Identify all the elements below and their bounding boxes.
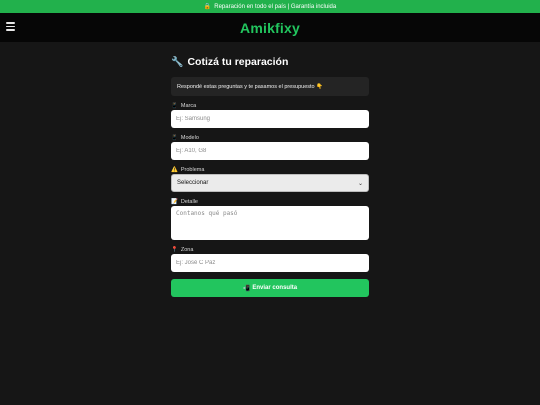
field-zona: 📍 Zona — [171, 246, 369, 272]
intro-text: Respondé estas preguntas y te pasamos el… — [177, 83, 323, 90]
wrench-icon: 🔧 — [171, 56, 184, 68]
field-detalle: 📝 Detalle — [171, 198, 369, 240]
marca-label-row: 📱 Marca — [171, 102, 369, 110]
intro-box: Respondé estas preguntas y te pasamos el… — [171, 77, 369, 96]
phone-icon: 📱 — [171, 135, 178, 141]
zona-label-row: 📍 Zona — [171, 246, 369, 254]
detalle-textarea[interactable] — [171, 206, 369, 240]
field-problema: ⚠️ Problema Seleccionar ⌄ — [171, 166, 369, 192]
announcement-text: Reparación en todo el país | Garantía in… — [214, 3, 337, 10]
zona-label: Zona — [180, 247, 194, 253]
phone-icon: 📱 — [171, 103, 178, 109]
location-pin-icon: 📍 — [171, 247, 178, 253]
brand-logo[interactable]: Amikfixy — [240, 20, 300, 36]
hamburger-menu-icon[interactable] — [6, 22, 15, 31]
field-modelo: 📱 Modelo — [171, 134, 369, 160]
detalle-label-row: 📝 Detalle — [171, 198, 369, 206]
warning-icon: ⚠️ — [171, 167, 178, 173]
announcement-bar: 🔒 Reparación en todo el país | Garantía … — [0, 0, 540, 13]
modelo-input[interactable] — [171, 142, 369, 160]
field-marca: 📱 Marca — [171, 102, 369, 128]
form-title-row: 🔧 Cotizá tu reparación — [171, 55, 369, 69]
memo-icon: 📝 — [171, 199, 178, 205]
marca-label: Marca — [180, 103, 197, 109]
chevron-down-icon: ⌄ — [357, 180, 363, 187]
problema-label: Problema — [180, 167, 205, 173]
detalle-label: Detalle — [180, 199, 198, 205]
submit-button[interactable]: 📲 Enviar consulta — [171, 279, 369, 297]
problema-select[interactable]: Seleccionar ⌄ — [171, 174, 369, 192]
modelo-label-row: 📱 Modelo — [171, 134, 369, 142]
lock-icon: 🔒 — [203, 4, 212, 10]
quote-form: 🔧 Cotizá tu reparación Respondé estas pr… — [171, 55, 369, 297]
zona-input[interactable] — [171, 254, 369, 272]
form-title: Cotizá tu reparación — [187, 56, 289, 68]
problema-label-row: ⚠️ Problema — [171, 166, 369, 174]
problema-selected-value: Seleccionar — [177, 180, 209, 186]
site-header: Amikfixy — [0, 13, 540, 42]
mobile-arrow-icon: 📲 — [242, 285, 251, 292]
submit-label: Enviar consulta — [252, 285, 298, 291]
modelo-label: Modelo — [180, 135, 199, 141]
marca-input[interactable] — [171, 110, 369, 128]
